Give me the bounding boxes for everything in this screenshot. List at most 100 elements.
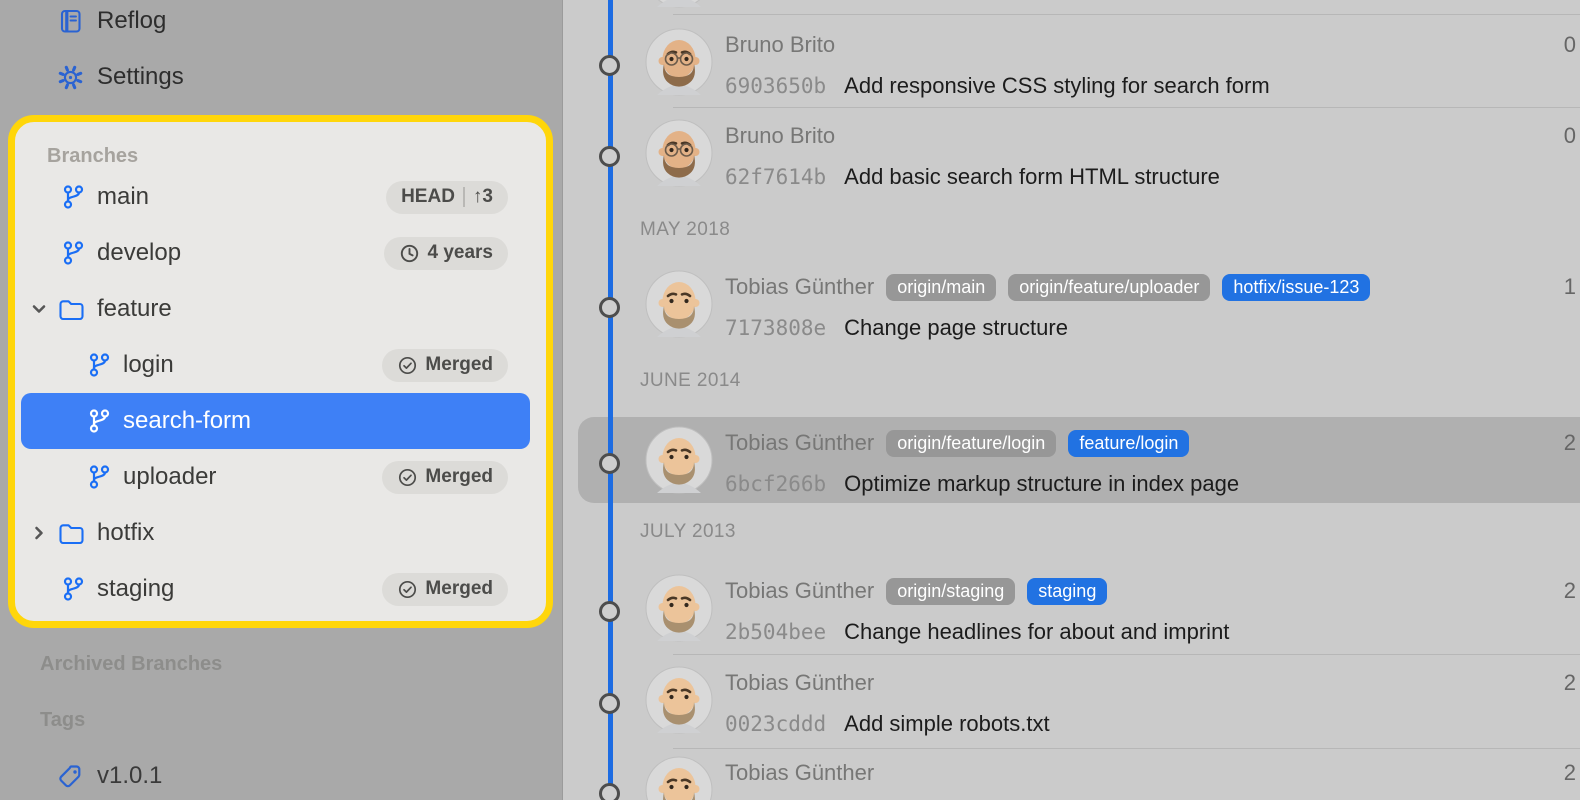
reflog-icon [57,8,84,35]
commit-row[interactable]: Tobias Günther [645,747,1580,800]
commit-author: Tobias Günther [725,670,874,696]
commit-row[interactable]: Tobias Günther origin/main origin/feature/… [645,261,1580,347]
sidebar-item-reflog[interactable]: Reflog [0,0,562,49]
sidebar-item-tag-v1.0.1[interactable]: v1.0.1 [0,748,562,800]
avatar [645,756,713,800]
commit-hash: 6903650b [725,74,826,98]
check-circle-icon [397,355,418,376]
sidebar-item-branch-staging[interactable]: staging Merged [15,561,546,617]
branch-tag[interactable]: feature/login [1068,430,1189,457]
date-section-header: JUNE 2014 [640,367,741,395]
branch-list: mainHEAD↑3 develop 4 years feature login M… [15,169,546,617]
branch-tag[interactable]: staging [1027,578,1107,605]
commit-author: Tobias Günther [725,760,874,786]
row-separator [673,107,1580,108]
git-branch-icon [88,464,111,490]
merged-badge: Merged [382,349,508,382]
commit-text: Tobias Günther origin/main origin/feature/… [725,267,1580,349]
commit-node [599,297,620,318]
commit-text: Tobias Günther [725,753,1580,800]
avatar [645,28,713,96]
branch-tag[interactable]: origin/staging [886,578,1015,605]
commit-text: Tobias Günther 0023cddd Add simple robots… [725,663,1580,745]
check-circle-icon [397,579,418,600]
merged-badge: Merged [382,573,508,606]
chevron-right-icon[interactable] [29,523,49,543]
git-branch-icon [88,408,111,434]
sidebar-item-branch-uploader[interactable]: uploader Merged [15,449,546,505]
commit-text: Tobias Güntherorigin/stagingstaging 2b50… [725,571,1580,653]
branches-callout-highlight: Branches mainHEAD↑3 develop4 years featu… [8,115,553,628]
commit-node [599,453,620,474]
head-ahead-badge: HEAD↑3 [386,181,508,214]
branch-tag[interactable]: origin/main [886,274,996,301]
branch-label: uploader [123,463,216,491]
date-section-header: MAY 2018 [640,216,730,244]
avatar [645,119,713,187]
branch-label: staging [97,575,174,603]
commit-text: Tobias Günther origin/feature/login featur… [725,423,1580,505]
sidebar-item-branch-main[interactable]: mainHEAD↑3 [15,169,546,225]
commit-row[interactable]: Bruno Brito 62f7614bAdd basic search for… [645,110,1580,196]
sidebar-top-items: Reflog Settings [0,0,562,105]
branch-tag[interactable]: hotfix/issue-123 [1222,274,1370,301]
sidebar: ReflogSettings Branches mainHEAD↑3 devel… [0,0,563,800]
branch-folder-label: hotfix [97,519,154,547]
gear-icon [57,64,84,91]
commit-hash: 7173808e [725,316,826,340]
commit-author: Tobias Günther [725,274,874,300]
branch-folder-hotfix[interactable]: hotfix [15,505,546,561]
row-separator [673,654,1580,655]
branch-folder-feature[interactable]: feature [15,281,546,337]
commit-hash: 2b504bee [725,620,826,644]
branch-label: login [123,351,174,379]
commit-graph-line [608,0,613,800]
commit-hash: 0023cddd [725,712,826,736]
commit-message: Change headlines for about and imprint [844,619,1229,645]
folder-icon [58,522,85,545]
commit-author: Bruno Brito [725,123,835,149]
commit-message: Add simple robots.txt [844,711,1049,737]
avatar [645,426,713,494]
branch-tag[interactable]: origin/feature/uploader [1008,274,1210,301]
commit-row[interactable]: Tobias Günther 0023cddd Add simple robots… [645,657,1580,743]
git-branch-icon [62,184,85,210]
sidebar-item-branch-search-form[interactable]: search-form [21,393,530,449]
commit-author: Tobias Günther [725,430,874,456]
commit-message: Add basic search form HTML structure [844,164,1220,190]
chevron-down-icon[interactable] [29,299,49,319]
last-commit-time-badge: 4 years [384,237,508,270]
sidebar-item-branch-login[interactable]: login Merged [15,337,546,393]
check-circle-icon [397,467,418,488]
git-branch-icon [62,576,85,602]
sidebar-bottom: Archived Branches Tags v1.0.1 [0,628,562,800]
commit-node [599,693,620,714]
commit-node [599,601,620,622]
sidebar-item-settings[interactable]: Settings [0,49,562,105]
merged-badge: Merged [382,461,508,494]
commit-row[interactable]: Bruno Brito 6903650bAdd responsive CSS s… [645,19,1580,105]
tag-label: v1.0.1 [97,762,162,790]
branch-label: develop [97,239,181,267]
commit-date-truncated: 2 [1564,759,1576,787]
commit-node [599,146,620,167]
branch-tag[interactable]: origin/feature/login [886,430,1056,457]
clock-icon [399,243,420,264]
commit-author: Bruno Brito [725,32,835,58]
git-branch-icon [88,352,111,378]
avatar [645,666,713,734]
commit-message: Change page structure [844,315,1068,341]
commit-row[interactable]: Tobias Güntherorigin/stagingstaging 2b50… [645,565,1580,651]
date-section-header: JULY 2013 [640,518,736,546]
tag-icon [57,763,84,790]
tags-section-header: Tags [0,692,562,748]
avatar [645,574,713,642]
sidebar-item-label: Settings [97,63,184,91]
commit-date-truncated: 2 [1564,429,1576,457]
tags-list: v1.0.1 [0,748,562,800]
commit-row[interactable]: Tobias Günther origin/feature/login featur… [645,417,1580,503]
commit-date-truncated: 2 [1564,577,1576,605]
git-branch-icon [62,240,85,266]
folder-icon [58,298,85,321]
sidebar-item-branch-develop[interactable]: develop 4 years [15,225,546,281]
